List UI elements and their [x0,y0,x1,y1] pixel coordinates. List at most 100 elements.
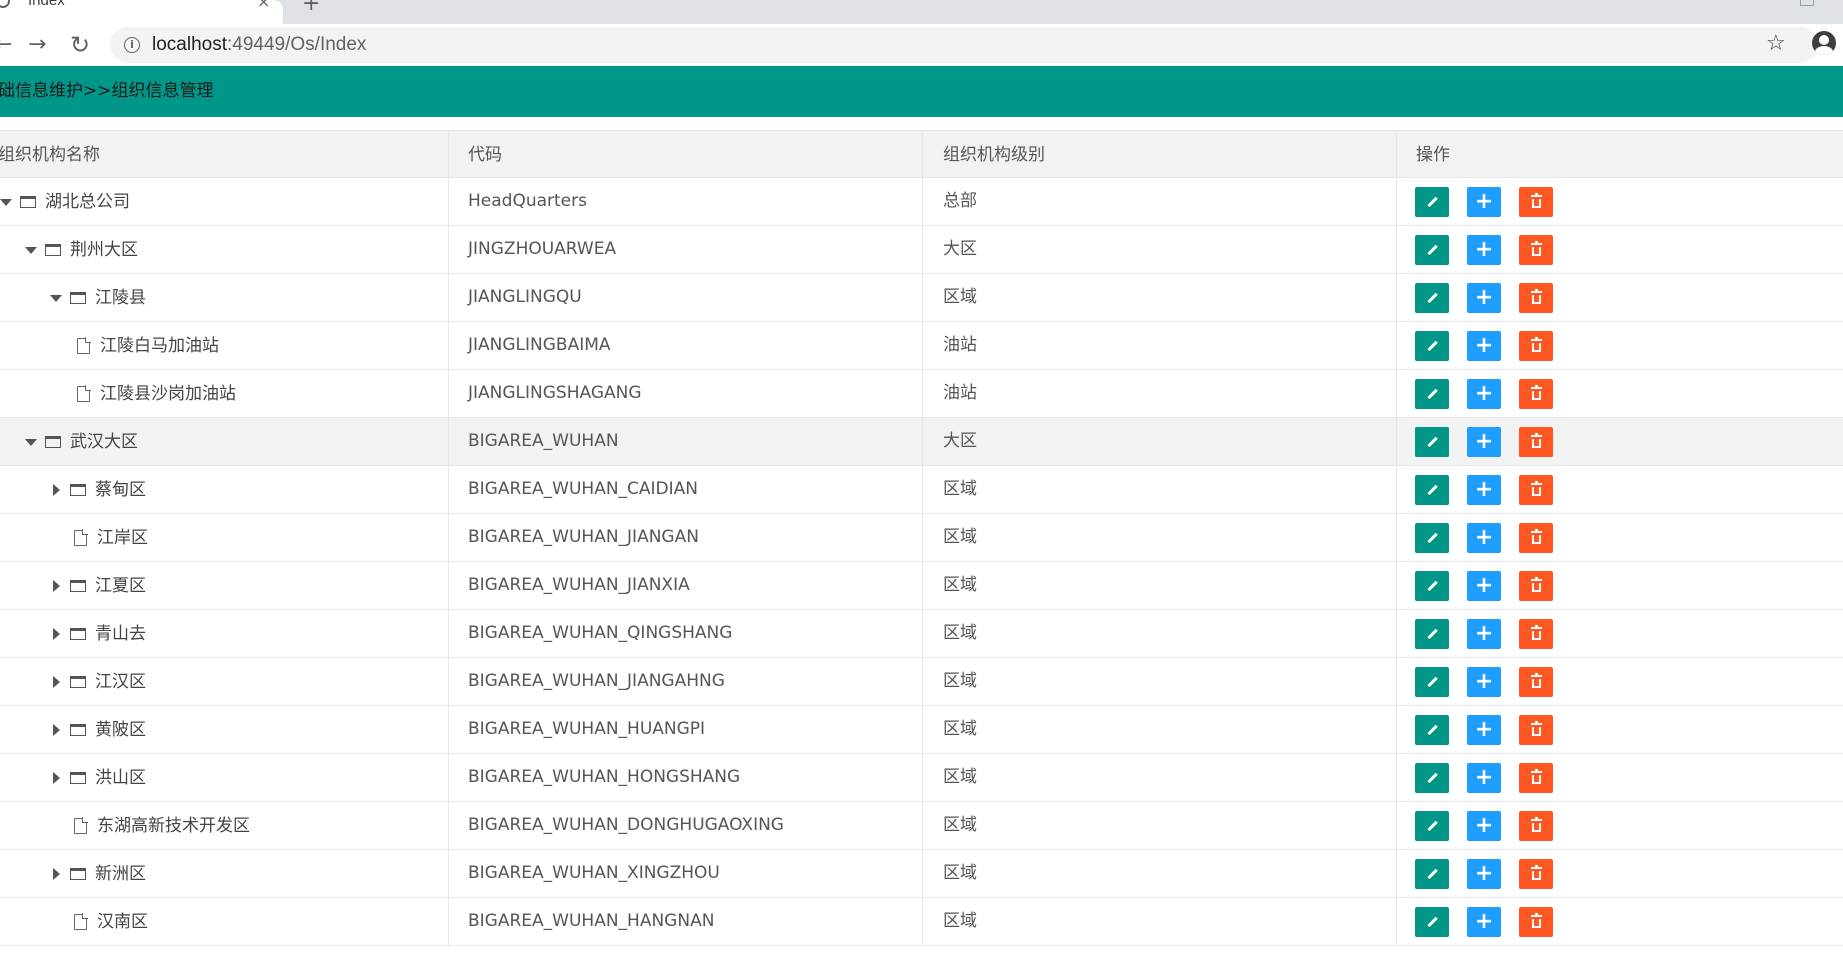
org-name: 新洲区 [95,864,146,884]
delete-button[interactable] [1519,331,1553,361]
delete-button[interactable] [1519,427,1553,457]
tree-node[interactable]: 武汉大区 [23,430,138,454]
tree-node[interactable]: 江陵白马加油站 [77,334,219,358]
star-icon[interactable]: ☆ [1766,29,1786,59]
add-child-button[interactable]: + [1467,859,1501,889]
pencil-icon [1426,484,1438,496]
edit-button[interactable] [1415,475,1449,505]
caret-right-icon[interactable] [48,672,64,692]
edit-button[interactable] [1415,187,1449,217]
edit-button[interactable] [1415,667,1449,697]
delete-button[interactable] [1519,475,1553,505]
pencil-icon [1426,436,1438,448]
org-level: 区域 [943,575,977,595]
caret-right-icon[interactable] [48,576,64,596]
tree-node[interactable]: 新洲区 [48,862,146,886]
delete-button[interactable] [1519,811,1553,841]
add-child-button[interactable]: + [1467,907,1501,937]
pencil-icon [1426,196,1438,208]
caret-right-icon[interactable] [48,624,64,644]
folder-icon [45,436,61,448]
edit-button[interactable] [1415,571,1449,601]
tree-node[interactable]: 洪山区 [48,766,146,790]
org-name: 江陵白马加油站 [100,336,219,356]
tree-node[interactable]: 江陵县沙岗加油站 [77,382,236,406]
url-path: :49449/Os/Index [227,34,367,55]
add-child-button[interactable]: + [1467,331,1501,361]
delete-button[interactable] [1519,763,1553,793]
add-child-button[interactable]: + [1467,475,1501,505]
delete-button[interactable] [1519,907,1553,937]
edit-button[interactable] [1415,331,1449,361]
add-child-button[interactable]: + [1467,811,1501,841]
tree-node[interactable]: 荆州大区 [23,238,138,262]
add-child-button[interactable]: + [1467,187,1501,217]
column-divider [448,130,449,947]
url-text[interactable]: localhost:49449/Os/Index [152,33,366,57]
edit-button[interactable] [1415,859,1449,889]
add-child-button[interactable]: + [1467,667,1501,697]
delete-button[interactable] [1519,667,1553,697]
caret-down-icon[interactable] [0,192,14,212]
delete-button[interactable] [1519,619,1553,649]
edit-button[interactable] [1415,283,1449,313]
new-tab-icon[interactable]: + [302,0,320,16]
window-restore-icon[interactable] [1800,0,1814,6]
delete-button[interactable] [1519,859,1553,889]
edit-button[interactable] [1415,619,1449,649]
tree-node[interactable]: 青山去 [48,622,146,646]
plus-icon: + [1474,813,1494,838]
caret-down-icon[interactable] [48,288,64,308]
edit-button[interactable] [1415,763,1449,793]
browser-tab[interactable]: Index × [0,0,283,24]
tree-node[interactable]: 江陵县 [48,286,146,310]
tree-node[interactable]: 湖北总公司 [0,190,130,214]
address-bar[interactable]: i localhost:49449/Os/Index ☆ [110,27,1818,63]
edit-button[interactable] [1415,811,1449,841]
plus-icon: + [1474,285,1494,310]
forward-arrow-icon[interactable]: → [28,30,46,60]
caret-right-icon[interactable] [48,864,64,884]
delete-button[interactable] [1519,283,1553,313]
add-child-button[interactable]: + [1467,379,1501,409]
add-child-button[interactable]: + [1467,763,1501,793]
caret-right-icon[interactable] [48,720,64,740]
tree-node[interactable]: 汉南区 [74,910,148,934]
tree-node[interactable]: 江汉区 [48,670,146,694]
delete-button[interactable] [1519,379,1553,409]
caret-down-icon[interactable] [23,240,39,260]
caret-right-icon[interactable] [48,480,64,500]
tree-node[interactable]: 蔡甸区 [48,478,146,502]
edit-button[interactable] [1415,907,1449,937]
delete-button[interactable] [1519,715,1553,745]
tree-node[interactable]: 江夏区 [48,574,146,598]
org-level: 总部 [943,191,977,211]
reload-icon[interactable]: ↻ [70,30,90,60]
tree-node[interactable]: 东湖高新技术开发区 [74,814,250,838]
delete-button[interactable] [1519,235,1553,265]
add-child-button[interactable]: + [1467,715,1501,745]
edit-button[interactable] [1415,427,1449,457]
edit-button[interactable] [1415,715,1449,745]
edit-button[interactable] [1415,523,1449,553]
tab-close-icon[interactable]: × [257,0,270,11]
edit-button[interactable] [1415,235,1449,265]
caret-down-icon[interactable] [23,432,39,452]
back-arrow-icon[interactable]: ← [0,30,12,60]
edit-button[interactable] [1415,379,1449,409]
tree-node[interactable]: 江岸区 [74,526,148,550]
add-child-button[interactable]: + [1467,235,1501,265]
delete-button[interactable] [1519,523,1553,553]
org-level: 大区 [943,239,977,259]
info-icon[interactable]: i [124,37,140,53]
caret-right-icon[interactable] [48,768,64,788]
delete-button[interactable] [1519,571,1553,601]
add-child-button[interactable]: + [1467,571,1501,601]
delete-button[interactable] [1519,187,1553,217]
add-child-button[interactable]: + [1467,619,1501,649]
add-child-button[interactable]: + [1467,283,1501,313]
add-child-button[interactable]: + [1467,427,1501,457]
tree-node[interactable]: 黄陂区 [48,718,146,742]
add-child-button[interactable]: + [1467,523,1501,553]
profile-icon[interactable] [1812,31,1836,55]
